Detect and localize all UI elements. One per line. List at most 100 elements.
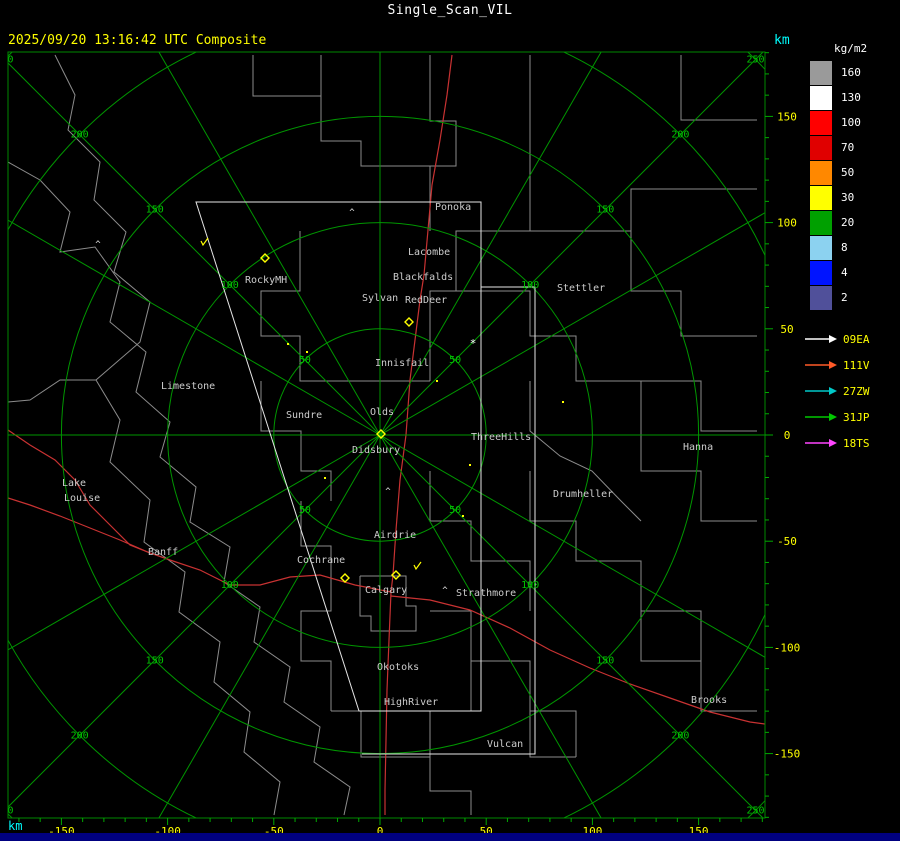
legend-value: 160 — [841, 66, 861, 79]
station-caret: ^ — [95, 240, 101, 250]
range-ring-label: 150 — [146, 655, 164, 666]
city-label: Didsbury — [352, 445, 400, 456]
city-label: Lake — [62, 478, 86, 489]
station-dot — [324, 477, 326, 479]
city-label: Louise — [64, 493, 100, 504]
y-axis-tick-label: 50 — [780, 323, 793, 336]
radial-line — [379, 52, 764, 436]
range-ring-label: 200 — [71, 730, 89, 741]
legend-swatch — [810, 110, 832, 135]
range-ring-label: 100 — [221, 580, 239, 591]
range-ring-label: 250 — [0, 805, 14, 816]
radial-line — [158, 434, 381, 818]
radar-arrow-icon — [805, 413, 837, 421]
legend-value: 20 — [841, 216, 855, 229]
radar-arrow-icon — [805, 361, 837, 369]
city-label: Sylvan — [362, 293, 398, 304]
radar-arrow-icon — [805, 439, 837, 447]
station-dot — [436, 380, 438, 382]
city-label: Blackfalds — [393, 272, 453, 283]
city-label: RedDeer — [405, 295, 447, 306]
city-label: ThreeHills — [471, 432, 531, 443]
legend-row: 160 — [802, 60, 898, 85]
city-label: Strathmore — [456, 588, 516, 599]
legend-swatch — [810, 135, 832, 160]
legend-value: 2 — [841, 291, 848, 304]
county-boundary — [430, 610, 577, 757]
highway-line — [8, 497, 392, 593]
range-ring-label: 50 — [449, 355, 461, 366]
range-ring-label: 150 — [596, 655, 614, 666]
station-dot — [562, 401, 564, 403]
range-ring-label: 50 — [449, 505, 461, 516]
radial-line — [379, 212, 765, 436]
bottom-strip — [0, 833, 900, 841]
county-boundary — [8, 379, 96, 403]
city-label: Sundre — [286, 410, 322, 421]
range-ring-label: 100 — [521, 580, 539, 591]
station-dot — [469, 464, 471, 466]
radar-legend-row: 27ZW — [802, 378, 898, 404]
radial-line — [8, 219, 381, 436]
radar-site-marker — [404, 317, 414, 327]
y-axis-tick-label: 150 — [777, 110, 797, 123]
range-ring-label: 100 — [521, 280, 539, 291]
range-ring-label: 50 — [299, 505, 311, 516]
station-dot — [287, 343, 289, 345]
city-label: Calgary — [365, 585, 407, 596]
city-label: Vulcan — [487, 739, 523, 750]
y-axis-tick-label: 100 — [777, 217, 797, 230]
range-ring-label: 150 — [596, 205, 614, 216]
station-caret: ^ — [385, 487, 391, 497]
city-label: RockyMH — [245, 275, 287, 286]
radar-legend-row: 111V — [802, 352, 898, 378]
radar-id-label: 111V — [843, 358, 870, 372]
legend-value: 130 — [841, 91, 861, 104]
station-dot — [306, 351, 308, 353]
county-boundary — [641, 380, 757, 432]
y-axis-tick-label: -100 — [774, 641, 801, 654]
radar-map-svg: 50 50 50 50 100 100 100 100 150 150 150 150 200 200 20… — [0, 51, 801, 838]
x-axis-unit-label: km — [8, 819, 23, 833]
range-ring-label: 150 — [146, 205, 164, 216]
radar-id-label: 31JP — [843, 410, 870, 424]
city-label: Hanna — [683, 442, 713, 453]
legend-value: 100 — [841, 116, 861, 129]
city-label: Stettler — [557, 283, 605, 294]
legend-value: 30 — [841, 191, 855, 204]
city-label: Airdrie — [374, 530, 416, 541]
county-boundary — [8, 161, 351, 816]
legend-row: 20 — [802, 210, 898, 235]
y-axis-tick-label: -150 — [774, 748, 801, 761]
city-label: Banff — [148, 547, 178, 558]
y-axis-tick-label: 0 — [784, 429, 791, 442]
city-label: Lacombe — [408, 247, 450, 258]
radar-legend-row: 31JP — [802, 404, 898, 430]
county-boundary — [529, 55, 757, 232]
range-ring-label: 250 — [746, 55, 764, 66]
county-boundary — [300, 501, 332, 711]
legend-swatch — [810, 285, 832, 310]
legend-value: 50 — [841, 166, 855, 179]
radial-line — [8, 62, 381, 436]
legend-swatch — [810, 160, 832, 185]
legend-swatch — [810, 260, 832, 285]
legend-unit-label: kg/m2 — [834, 42, 868, 55]
legend-value: 4 — [841, 266, 848, 279]
legend-swatch — [810, 235, 832, 260]
range-ring-label: 250 — [0, 55, 14, 66]
legend-row: 4 — [802, 260, 898, 285]
county-boundary — [529, 381, 642, 522]
radar-legend-row: 18TS — [802, 430, 898, 456]
range-ring-label: 250 — [746, 805, 764, 816]
city-label: Olds — [370, 407, 394, 418]
radar-arrow-icon — [805, 387, 837, 395]
range-ring-label: 200 — [71, 130, 89, 141]
station-caret: ^ — [442, 586, 448, 596]
legend-value: 8 — [841, 241, 848, 254]
range-ring-label: 50 — [299, 355, 311, 366]
radial-line — [379, 52, 602, 436]
radar-legend-row: 09EA — [802, 326, 898, 352]
radar-id-label: 27ZW — [843, 384, 870, 398]
station-caret: ^ — [349, 208, 355, 218]
